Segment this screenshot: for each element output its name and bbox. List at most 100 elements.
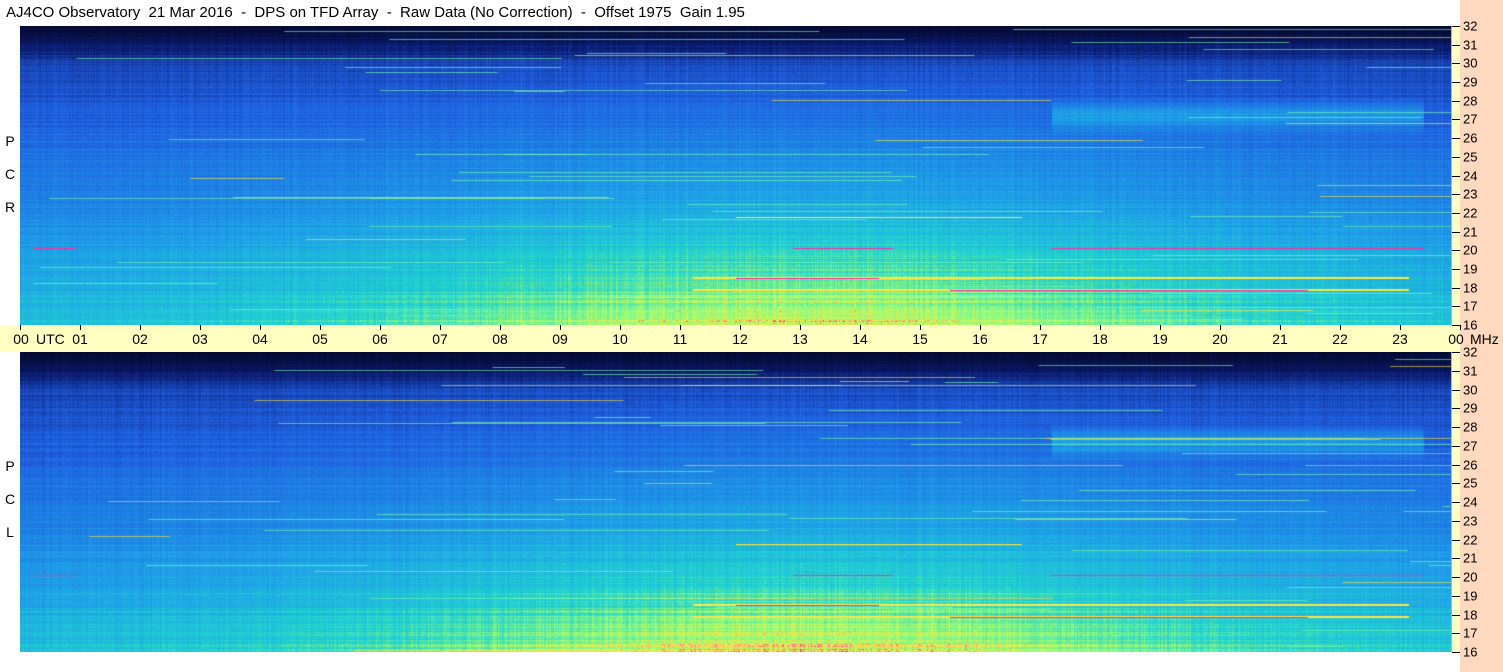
time-tick-mark — [800, 325, 801, 330]
time-axis: UTC 00 01 02 03 04 05 06 07 08 09 10 11 12 13 14 15 16 17… — [0, 325, 1464, 352]
freq-tick-mark — [1452, 231, 1460, 233]
time-tick-label: 06 — [372, 331, 388, 347]
time-tick-label: 20 — [1212, 331, 1228, 347]
pol-letter: R — [4, 199, 16, 215]
freq-tick-label: 27 — [1463, 438, 1478, 454]
time-tick-mark — [320, 325, 321, 330]
freq-tick-mark — [1452, 156, 1460, 158]
freq-tick-label: 30 — [1463, 382, 1478, 397]
freq-tick-mark — [1452, 138, 1460, 140]
freq-tick-label: 28 — [1463, 419, 1478, 435]
time-tick-mark — [1220, 325, 1221, 330]
freq-tick-label: 18 — [1463, 280, 1478, 296]
freq-tick-label: 31 — [1463, 363, 1478, 379]
time-tick-mark — [380, 325, 381, 330]
time-tick-mark — [920, 325, 921, 330]
time-tick-label: 23 — [1392, 331, 1408, 347]
time-tick-label: 19 — [1152, 331, 1168, 347]
time-tick-label: 11 — [672, 331, 688, 347]
freq-tick-label: 26 — [1463, 130, 1478, 146]
time-tick-mark — [440, 325, 441, 330]
spectrogram-lcp — [20, 352, 1452, 652]
time-tick-label: 01 — [72, 331, 88, 347]
freq-tick-label: 19 — [1463, 588, 1478, 604]
freq-tick-mark — [1452, 445, 1460, 447]
utc-label: UTC — [36, 331, 65, 347]
freq-tick-label: 17 — [1463, 298, 1478, 314]
time-tick-mark — [1340, 325, 1341, 330]
freq-tick-mark — [1452, 194, 1460, 196]
freq-tick-label: 31 — [1463, 37, 1478, 53]
polarization-label-rcp: P C R — [0, 125, 20, 224]
freq-tick-label: 23 — [1463, 513, 1478, 529]
polarization-label-lcp: P C L — [0, 450, 20, 549]
freq-tick-mark — [1452, 268, 1460, 270]
freq-tick-mark — [1452, 558, 1460, 560]
time-tick-label: 05 — [312, 331, 328, 347]
freq-tick-mark — [1452, 26, 1460, 27]
time-tick-mark — [1160, 325, 1161, 330]
freq-tick-mark — [1452, 577, 1460, 578]
time-tick-mark — [140, 325, 141, 330]
time-tick-label: 07 — [432, 331, 448, 347]
time-tick-label: 18 — [1092, 331, 1108, 347]
freq-tick-mark — [1452, 212, 1460, 214]
time-tick-label: 04 — [252, 331, 268, 347]
freq-tick-mark — [1452, 520, 1460, 522]
freq-tick-mark — [1452, 325, 1460, 326]
time-tick-mark — [680, 325, 681, 330]
time-tick-mark — [1040, 325, 1041, 330]
freq-tick-mark — [1452, 502, 1460, 503]
freq-tick-mark — [1452, 408, 1460, 410]
time-tick-mark — [740, 325, 741, 330]
freq-tick-label: 19 — [1463, 261, 1478, 277]
pol-letter: L — [6, 524, 14, 540]
time-tick-mark — [1100, 325, 1101, 330]
freq-tick-label: 32 — [1463, 344, 1478, 360]
freq-tick-mark — [1452, 539, 1460, 541]
freq-tick-mark — [1452, 44, 1460, 46]
pol-letter: P — [5, 458, 15, 474]
time-tick-label: 03 — [192, 331, 208, 347]
freq-tick-mark — [1452, 483, 1460, 485]
freq-tick-label: 27 — [1463, 111, 1478, 127]
time-tick-label: 16 — [972, 331, 988, 347]
time-tick-mark — [20, 325, 21, 330]
time-tick-label: 17 — [1032, 331, 1048, 347]
freq-tick-mark — [1452, 633, 1460, 635]
freq-tick-label: 25 — [1463, 475, 1478, 491]
time-tick-mark — [500, 325, 501, 330]
freq-tick-mark — [1452, 352, 1460, 353]
time-tick-label: 02 — [132, 331, 148, 347]
time-tick-label: 00 — [1448, 331, 1464, 347]
freq-tick-label: 16 — [1463, 317, 1478, 333]
freq-tick-mark — [1452, 464, 1460, 466]
freq-tick-mark — [1452, 614, 1460, 616]
time-tick-label: 14 — [852, 331, 868, 347]
freq-tick-label: 24 — [1463, 494, 1478, 510]
freq-tick-mark — [1452, 119, 1460, 121]
freq-tick-mark — [1452, 306, 1460, 308]
time-tick-mark — [1460, 325, 1461, 330]
time-tick-label: 09 — [552, 331, 568, 347]
time-tick-label: 15 — [912, 331, 928, 347]
time-tick-label: 10 — [612, 331, 628, 347]
time-tick-mark — [1400, 325, 1401, 330]
freq-tick-label: 30 — [1463, 55, 1478, 71]
spectrogram-rcp — [20, 26, 1452, 325]
freq-tick-label: 16 — [1463, 644, 1478, 660]
freq-tick-label: 32 — [1463, 18, 1478, 34]
freq-tick-mark — [1452, 63, 1460, 65]
freq-tick-label: 28 — [1463, 93, 1478, 109]
freq-tick-label: 18 — [1463, 607, 1478, 622]
freq-tick-label: 21 — [1463, 550, 1478, 566]
page-title: AJ4CO Observatory 21 Mar 2016 - DPS on T… — [0, 0, 1460, 26]
freq-tick-label: 24 — [1463, 168, 1478, 183]
freq-tick-mark — [1452, 100, 1460, 102]
freq-tick-mark — [1452, 82, 1460, 84]
freq-tick-label: 23 — [1463, 186, 1478, 202]
pol-letter: P — [5, 133, 15, 149]
time-tick-label: 12 — [732, 331, 748, 347]
time-tick-mark — [80, 325, 81, 330]
freq-tick-label: 21 — [1463, 224, 1478, 240]
